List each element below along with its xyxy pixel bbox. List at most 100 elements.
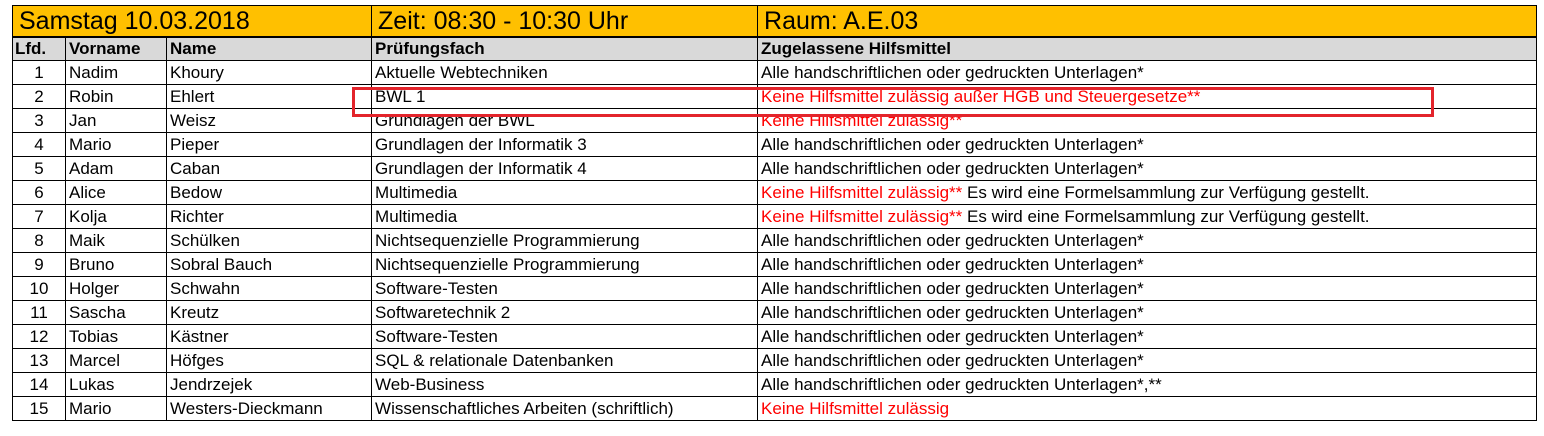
row-number: 13 <box>12 348 66 373</box>
row-number: 12 <box>12 324 66 349</box>
row-name: Weisz <box>165 108 373 133</box>
hilfsmittel-text: Alle handschriftlichen oder gedruckten U… <box>761 374 1162 394</box>
row-hilfsmittel: Alle handschriftlichen oder gedruckten U… <box>757 228 1538 253</box>
row-hilfsmittel: Alle handschriftlichen oder gedruckten U… <box>757 132 1538 157</box>
hilfsmittel-warning-text: Keine Hilfsmittel zulässig außer HGB und… <box>761 86 1201 106</box>
row-hilfsmittel: Alle handschriftlichen oder gedruckten U… <box>757 156 1538 181</box>
table-row: 15 Mario Westers-Dieckmann Wissenschaftlich… <box>12 396 1538 421</box>
table-row: 5 Adam Caban Grundlagen der Informatik 4 All… <box>12 156 1538 181</box>
row-name: Kästner <box>165 324 373 349</box>
row-pruefungsfach: Nichtsequenzielle Programmierung <box>371 252 759 277</box>
row-name: Ehlert <box>165 84 373 109</box>
table-row: 7 Kolja Richter Multimedia Keine Hilfsmittel… <box>12 204 1538 229</box>
table-row: 14 Lukas Jendrzejek Web-Business Alle handsc… <box>12 372 1538 397</box>
row-name: Richter <box>165 204 373 229</box>
row-hilfsmittel: Alle handschriftlichen oder gedruckten U… <box>757 324 1538 349</box>
row-vorname: Maik <box>65 228 167 253</box>
row-vorname: Lukas <box>65 372 167 397</box>
row-number: 5 <box>12 156 66 181</box>
row-pruefungsfach: Softwaretechnik 2 <box>371 300 759 325</box>
exam-header-row: Samstag 10.03.2018 Zeit: 08:30 - 10:30 U… <box>11 5 1538 38</box>
row-hilfsmittel: Alle handschriftlichen oder gedruckten U… <box>757 252 1538 277</box>
row-number: 8 <box>12 228 66 253</box>
row-number: 9 <box>12 252 66 277</box>
row-number: 10 <box>12 276 66 301</box>
row-name: Bedow <box>165 180 373 205</box>
row-vorname: Sascha <box>65 300 167 325</box>
table-row: 2 Robin Ehlert BWL 1 Keine Hilfsmittel zuläs… <box>12 84 1538 109</box>
exam-time: Zeit: 08:30 - 10:30 Uhr <box>371 5 759 38</box>
row-hilfsmittel: Keine Hilfsmittel zulässig** Es wird ein… <box>757 180 1538 205</box>
row-pruefungsfach: Grundlagen der Informatik 3 <box>371 132 759 157</box>
column-header-lfd: Lfd. <box>12 36 66 61</box>
row-number: 2 <box>12 84 66 109</box>
row-hilfsmittel: Keine Hilfsmittel zulässig** Es wird ein… <box>757 204 1538 229</box>
table-row: 10 Holger Schwahn Software-Testen Alle hands… <box>12 276 1538 301</box>
hilfsmittel-text: Alle handschriftlichen oder gedruckten U… <box>761 350 1144 370</box>
column-header-row: Lfd. Vorname Name Prüfungsfach Zugelasse… <box>12 36 1538 61</box>
row-number: 4 <box>12 132 66 157</box>
row-number: 3 <box>12 108 66 133</box>
row-hilfsmittel: Keine Hilfsmittel zulässig** <box>757 108 1538 133</box>
hilfsmittel-warning-text: Keine Hilfsmittel zulässig** <box>761 182 963 202</box>
table-row: 3 Jan Weisz Grundlagen der BWL Keine Hilfsmi… <box>12 108 1538 133</box>
row-name: Caban <box>165 156 373 181</box>
hilfsmittel-warning-text: Keine Hilfsmittel zulässig** <box>761 110 963 130</box>
row-hilfsmittel: Alle handschriftlichen oder gedruckten U… <box>757 348 1538 373</box>
row-hilfsmittel: Keine Hilfsmittel zulässig außer HGB und… <box>757 84 1538 109</box>
exam-date: Samstag 10.03.2018 <box>11 5 373 38</box>
hilfsmittel-text: Alle handschriftlichen oder gedruckten U… <box>761 254 1144 274</box>
row-hilfsmittel: Alle handschriftlichen oder gedruckten U… <box>757 300 1538 325</box>
row-pruefungsfach: Aktuelle Webtechniken <box>371 60 759 85</box>
row-hilfsmittel: Alle handschriftlichen oder gedruckten U… <box>757 372 1538 397</box>
row-pruefungsfach: Grundlagen der Informatik 4 <box>371 156 759 181</box>
row-name: Höfges <box>165 348 373 373</box>
table-row: 13 Marcel Höfges SQL & relationale Datenban… <box>12 348 1538 373</box>
row-pruefungsfach: BWL 1 <box>371 84 759 109</box>
table-row: 11 Sascha Kreutz Softwaretechnik 2 Alle hand… <box>12 300 1538 325</box>
row-pruefungsfach: Multimedia <box>371 204 759 229</box>
hilfsmittel-text: Alle handschriftlichen oder gedruckten U… <box>761 62 1144 82</box>
row-name: Sobral Bauch <box>165 252 373 277</box>
row-number: 14 <box>12 372 66 397</box>
column-header-vorname: Vorname <box>65 36 167 61</box>
hilfsmittel-text: Es wird eine Formelsammlung zur Verfügun… <box>962 206 1370 226</box>
row-name: Westers-Dieckmann <box>165 396 373 421</box>
hilfsmittel-warning-text: Keine Hilfsmittel zulässig <box>761 398 950 418</box>
row-name: Khoury <box>165 60 373 85</box>
hilfsmittel-warning-text: Keine Hilfsmittel zulässig** <box>761 206 963 226</box>
row-name: Kreutz <box>165 300 373 325</box>
table-row: 8 Maik Schülken Nichtsequenzielle Programmi… <box>12 228 1538 253</box>
row-number: 15 <box>12 396 66 421</box>
table-row: 1 Nadim Khoury Aktuelle Webtechniken Alle ha… <box>12 60 1538 85</box>
row-vorname: Mario <box>65 132 167 157</box>
exam-schedule-table: Samstag 10.03.2018 Zeit: 08:30 - 10:30 U… <box>11 5 1538 421</box>
hilfsmittel-text: Alle handschriftlichen oder gedruckten U… <box>761 326 1144 346</box>
row-hilfsmittel: Alle handschriftlichen oder gedruckten U… <box>757 276 1538 301</box>
row-name: Schülken <box>165 228 373 253</box>
row-number: 6 <box>12 180 66 205</box>
table-row: 9 Bruno Sobral Bauch Nichtsequenzielle Prog… <box>12 252 1538 277</box>
row-number: 11 <box>12 300 66 325</box>
row-number: 7 <box>12 204 66 229</box>
row-hilfsmittel: Alle handschriftlichen oder gedruckten U… <box>757 60 1538 85</box>
row-pruefungsfach: Wissenschaftliches Arbeiten (schriftlich… <box>371 396 759 421</box>
table-row: 4 Mario Pieper Grundlagen der Informatik 3A… <box>12 132 1538 157</box>
row-pruefungsfach: Multimedia <box>371 180 759 205</box>
row-vorname: Tobias <box>65 324 167 349</box>
row-pruefungsfach: Software-Testen <box>371 276 759 301</box>
row-pruefungsfach: Web-Business <box>371 372 759 397</box>
row-vorname: Nadim <box>65 60 167 85</box>
column-header-pruefungsfach: Prüfungsfach <box>371 36 759 61</box>
row-pruefungsfach: Grundlagen der BWL <box>371 108 759 133</box>
column-header-hilfsmittel: Zugelassene Hilfsmittel <box>757 36 1538 61</box>
row-pruefungsfach: SQL & relationale Datenbanken <box>371 348 759 373</box>
row-name: Schwahn <box>165 276 373 301</box>
row-vorname: Adam <box>65 156 167 181</box>
hilfsmittel-text: Es wird eine Formelsammlung zur Verfügun… <box>962 182 1370 202</box>
row-name: Pieper <box>165 132 373 157</box>
table-row: 6 Alice Bedow Multimedia Keine Hilfsmittel z… <box>12 180 1538 205</box>
row-vorname: Marcel <box>65 348 167 373</box>
row-vorname: Alice <box>65 180 167 205</box>
row-pruefungsfach: Nichtsequenzielle Programmierung <box>371 228 759 253</box>
